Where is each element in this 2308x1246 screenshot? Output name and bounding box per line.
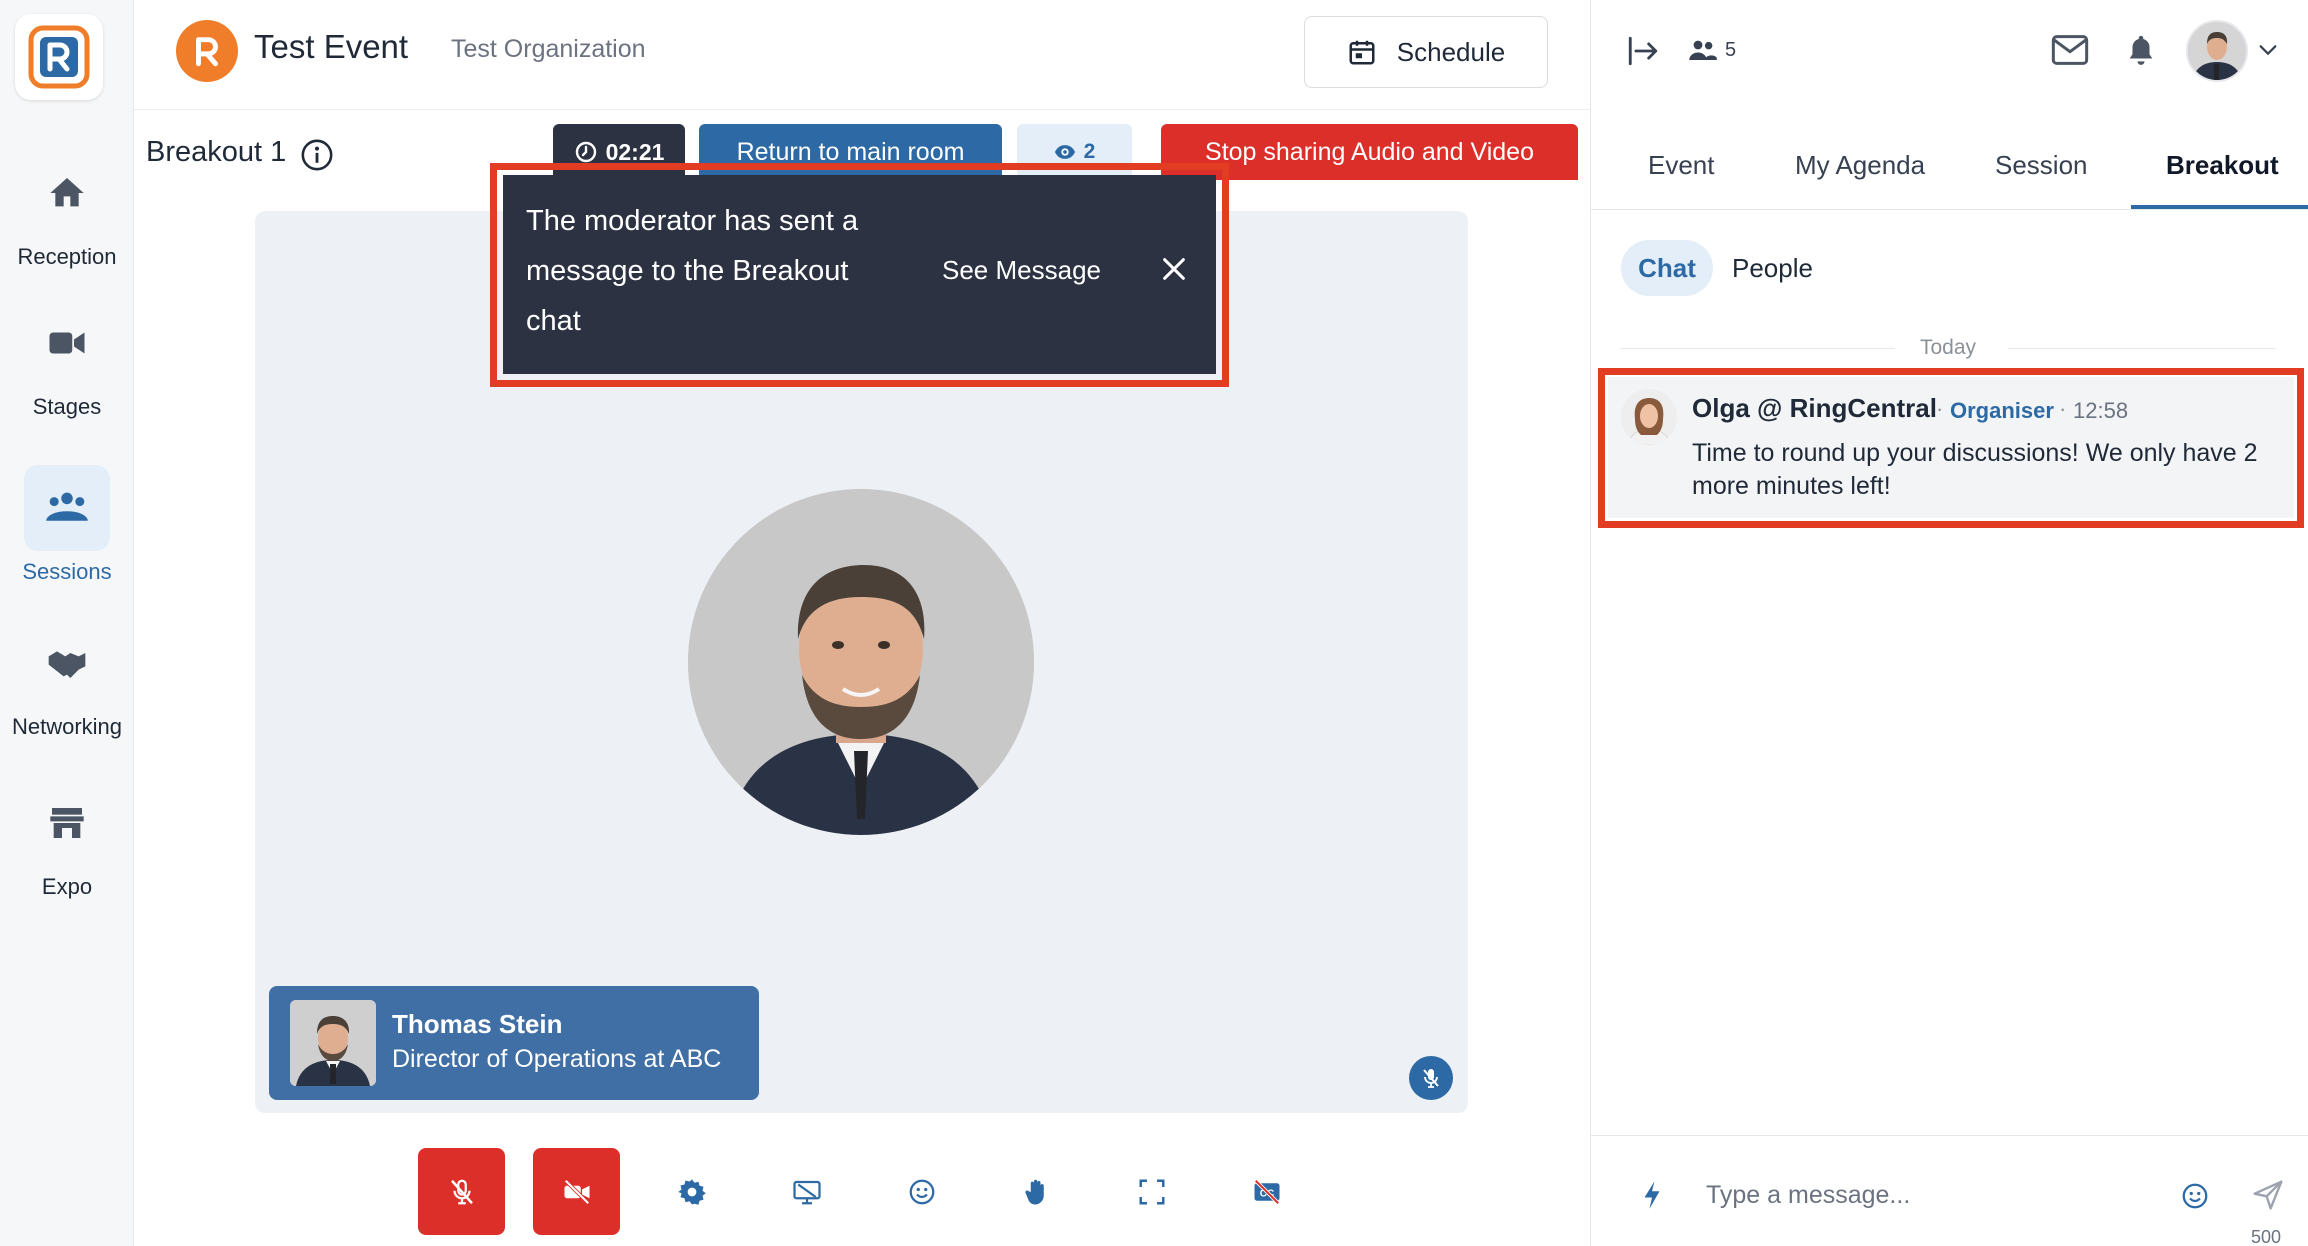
participant-thumbnail xyxy=(290,1000,376,1086)
gear-icon xyxy=(677,1179,706,1205)
collapse-panel-icon[interactable] xyxy=(1624,34,1662,68)
composer-divider xyxy=(1591,1135,2308,1136)
captions-button[interactable]: CC xyxy=(1223,1148,1310,1235)
subtab-people[interactable]: People xyxy=(1732,253,1813,284)
date-separator: Today xyxy=(1920,336,1977,359)
mic-off-icon xyxy=(1423,1069,1439,1088)
settings-button[interactable] xyxy=(648,1148,735,1235)
video-camera-icon xyxy=(24,300,110,386)
share-screen-button[interactable] xyxy=(763,1148,850,1235)
nav-item-sessions[interactable]: Sessions xyxy=(0,455,134,595)
message-input[interactable] xyxy=(1706,1172,2166,1218)
tab-breakout[interactable]: Breakout xyxy=(2166,150,2279,181)
divider xyxy=(2008,348,2276,349)
smiley-icon xyxy=(909,1179,934,1204)
see-message-button[interactable]: See Message xyxy=(942,255,1101,286)
room-title: Breakout 1 xyxy=(146,136,287,168)
tabs-divider xyxy=(1591,209,2308,210)
lightning-icon[interactable] xyxy=(1641,1180,1663,1210)
toast-message: The moderator has sent a message to the … xyxy=(526,205,859,337)
nav-item-reception[interactable]: Reception xyxy=(0,140,134,280)
divider xyxy=(1620,348,1895,349)
nav-label: Expo xyxy=(41,874,93,899)
close-icon[interactable] xyxy=(1160,255,1188,283)
character-limit: 500 xyxy=(2251,1227,2282,1246)
sender-name: Olga @ RingCentral xyxy=(1692,393,1937,423)
message-text: Time to round up your discussions! We on… xyxy=(1692,439,2258,500)
raise-hand-button[interactable] xyxy=(993,1148,1080,1235)
separator-dot: · xyxy=(1936,396,1944,421)
send-icon[interactable] xyxy=(2252,1179,2284,1211)
bell-icon[interactable] xyxy=(2124,31,2158,69)
attendees-icon[interactable] xyxy=(1688,38,1718,62)
mail-icon[interactable] xyxy=(2050,33,2090,67)
profile-avatar[interactable] xyxy=(2186,20,2248,82)
nav-label: Reception xyxy=(17,244,117,269)
tab-event[interactable]: Event xyxy=(1648,150,1715,181)
store-icon xyxy=(24,780,110,866)
viewer-count: 2 xyxy=(1083,140,1096,163)
event-title: Test Event xyxy=(254,28,409,65)
nav-label: Sessions xyxy=(22,559,112,584)
schedule-button[interactable]: Schedule xyxy=(1304,16,1548,88)
tab-session[interactable]: Session xyxy=(1995,150,2088,181)
mic-off-icon xyxy=(450,1179,473,1204)
fullscreen-button[interactable] xyxy=(1108,1148,1195,1235)
mic-muted-button[interactable] xyxy=(418,1148,505,1235)
emoji-icon[interactable] xyxy=(2180,1181,2210,1211)
fullscreen-icon xyxy=(1139,1179,1164,1204)
screen-share-icon xyxy=(792,1180,821,1204)
camera-off-icon xyxy=(563,1178,590,1205)
reactions-button[interactable] xyxy=(878,1148,965,1235)
nav-item-networking[interactable]: Networking xyxy=(0,620,134,760)
message-time: 12:58 xyxy=(2073,398,2129,423)
home-icon xyxy=(24,150,110,236)
camera-off-button[interactable] xyxy=(533,1148,620,1235)
participant-role: Director of Operations at ABC xyxy=(392,1045,722,1073)
captions-off-icon: CC xyxy=(1253,1178,1280,1205)
participant-name: Thomas Stein xyxy=(392,1009,563,1039)
event-logo-icon xyxy=(196,37,218,67)
active-tab-indicator xyxy=(2131,205,2308,209)
sender-avatar[interactable] xyxy=(1621,389,1677,445)
eye-icon xyxy=(1054,145,1075,159)
nav-item-expo[interactable]: Expo xyxy=(0,780,134,920)
participant-avatar xyxy=(688,489,1034,835)
sender-role-badge: Organiser xyxy=(1950,398,2054,423)
app-logo[interactable] xyxy=(15,14,103,100)
schedule-label: Schedule xyxy=(1396,36,1506,67)
clock-icon xyxy=(575,141,596,163)
ringcentral-logo-icon xyxy=(28,25,90,89)
hand-icon xyxy=(1024,1179,1044,1204)
timer-value: 02:21 xyxy=(605,138,665,165)
nav-label: Stages xyxy=(32,394,102,419)
nav-label: Networking xyxy=(11,714,123,739)
organization-name: Test Organization xyxy=(451,35,646,63)
attendee-count: 5 xyxy=(1725,39,1737,61)
tab-my-agenda[interactable]: My Agenda xyxy=(1795,150,1925,181)
right-panel xyxy=(1590,0,2308,1246)
calendar-icon xyxy=(1349,40,1375,65)
participant-mic-muted-indicator xyxy=(1409,1056,1453,1100)
chevron-down-icon[interactable] xyxy=(2257,42,2279,58)
event-logo xyxy=(176,20,238,82)
group-icon xyxy=(24,465,110,551)
handshake-icon xyxy=(24,620,110,706)
separator-dot: · xyxy=(2059,396,2067,421)
info-icon[interactable] xyxy=(300,138,334,172)
subtab-chat[interactable]: Chat xyxy=(1621,240,1713,296)
nav-item-stages[interactable]: Stages xyxy=(0,300,134,440)
